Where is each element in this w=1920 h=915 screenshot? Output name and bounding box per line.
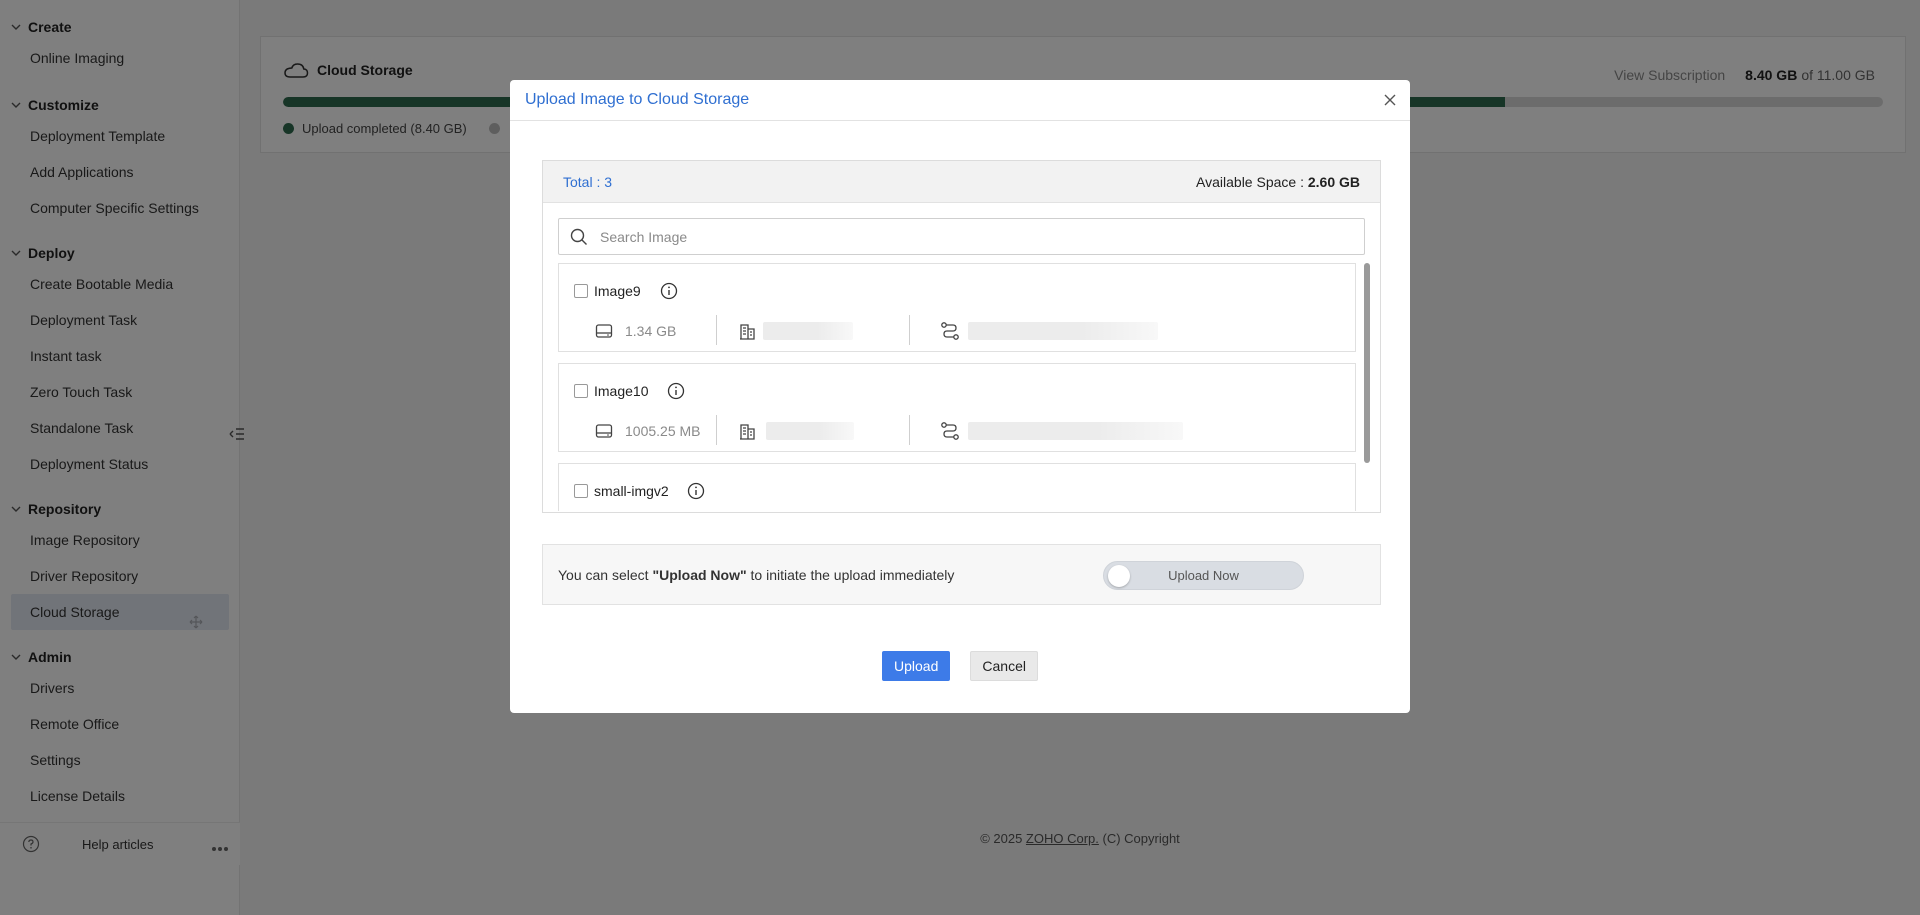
close-icon[interactable] xyxy=(1380,90,1400,110)
path-icon xyxy=(940,421,960,441)
image-checkbox[interactable] xyxy=(574,384,588,398)
hard-drive-icon xyxy=(595,324,613,338)
divider xyxy=(909,315,910,345)
image-name: Image10 xyxy=(594,383,649,399)
redacted-path xyxy=(968,322,1158,340)
hint-prefix: You can select xyxy=(558,567,653,583)
toggle-label: Upload Now xyxy=(1168,568,1239,583)
image-size: 1005.25 MB xyxy=(625,423,701,439)
upload-image-modal: Upload Image to Cloud Storage Total : 3 … xyxy=(510,80,1410,713)
image-card: Image9 1.34 GB xyxy=(558,263,1356,352)
image-list-scrollbar[interactable] xyxy=(1364,263,1370,463)
redacted-location xyxy=(763,322,853,340)
image-card: small-imgv2 xyxy=(558,463,1356,511)
path-icon xyxy=(940,321,960,341)
search-image-input[interactable] xyxy=(600,228,1340,245)
image-name: small-imgv2 xyxy=(594,483,669,499)
divider xyxy=(716,415,717,445)
upload-now-toggle[interactable]: Upload Now xyxy=(1103,561,1304,590)
search-box xyxy=(558,218,1365,255)
info-icon[interactable] xyxy=(666,381,686,401)
available-space: Available Space : 2.60 GB xyxy=(1196,174,1360,190)
hint-suffix: to initiate the upload immediately xyxy=(746,567,955,583)
image-card: Image10 1005.25 MB xyxy=(558,363,1356,452)
image-details: 1005.25 MB xyxy=(595,416,701,446)
image-name: Image9 xyxy=(594,283,641,299)
info-icon[interactable] xyxy=(659,281,679,301)
total-count: Total : 3 xyxy=(563,174,613,190)
divider xyxy=(909,415,910,445)
divider xyxy=(716,315,717,345)
upload-button[interactable]: Upload xyxy=(882,651,951,681)
modal-actions: Upload Cancel xyxy=(510,651,1410,681)
modal-title: Upload Image to Cloud Storage xyxy=(525,91,750,108)
image-list-header: Total : 3 Available Space : 2.60 GB xyxy=(543,161,1380,203)
available-space-value: 2.60 GB xyxy=(1307,174,1360,190)
image-size: 1.34 GB xyxy=(625,323,677,339)
search-icon xyxy=(570,228,587,245)
building-icon xyxy=(738,421,758,441)
image-list: Image9 1.34 GB Image10 1005.25 MB small-… xyxy=(558,263,1356,511)
cancel-button[interactable]: Cancel xyxy=(970,651,1038,681)
redacted-location xyxy=(766,422,854,440)
upload-now-section: You can select "Upload Now" to initiate … xyxy=(542,544,1381,605)
available-space-label: Available Space : xyxy=(1196,174,1308,190)
info-icon[interactable] xyxy=(686,481,706,501)
image-checkbox[interactable] xyxy=(574,484,588,498)
image-details: 1.34 GB xyxy=(595,316,676,346)
hint-bold: "Upload Now" xyxy=(652,567,747,583)
image-checkbox[interactable] xyxy=(574,284,588,298)
redacted-path xyxy=(968,422,1183,440)
hard-drive-icon xyxy=(595,424,613,438)
modal-header: Upload Image to Cloud Storage xyxy=(510,80,1410,121)
building-icon xyxy=(738,321,758,341)
image-list-panel: Total : 3 Available Space : 2.60 GB Imag… xyxy=(542,160,1381,513)
upload-now-hint: You can select "Upload Now" to initiate … xyxy=(558,567,954,583)
